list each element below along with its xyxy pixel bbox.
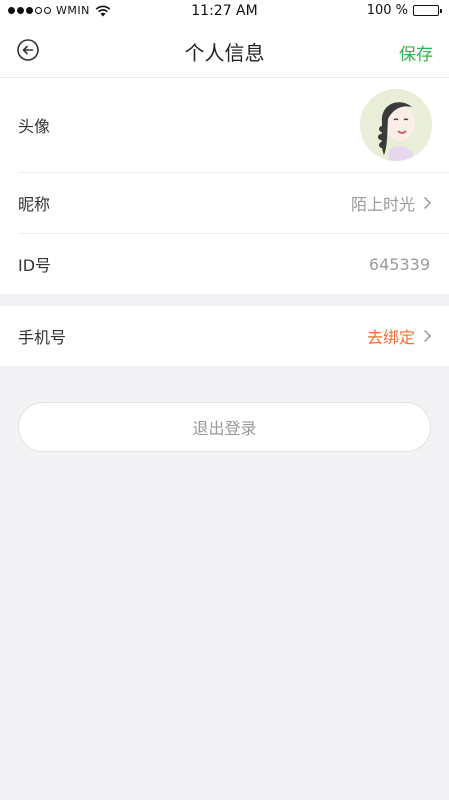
logout-button[interactable]: 退出登录	[18, 402, 431, 452]
phone-row[interactable]: 手机号 去绑定	[18, 306, 449, 366]
chevron-right-icon	[423, 329, 432, 343]
status-bar: WMIN 11:27 AM 100 %	[0, 0, 449, 24]
chevron-right-icon	[423, 196, 432, 210]
logout-wrap: 退出登录	[0, 366, 449, 452]
avatar-label: 头像	[18, 117, 51, 136]
save-button[interactable]: 保存	[399, 40, 433, 65]
nickname-value: 陌上时光	[350, 195, 415, 214]
nickname-label: 昵称	[18, 195, 51, 214]
battery-percent: 100 %	[366, 3, 408, 18]
battery-icon	[413, 5, 442, 16]
id-value-group: 645339	[369, 255, 432, 274]
nav-bar: 个人信息 保存	[0, 24, 449, 78]
page-title: 个人信息	[184, 41, 265, 65]
contact-section: 手机号 去绑定	[0, 306, 449, 366]
avatar-row[interactable]: 头像	[18, 78, 449, 173]
id-value: 645339	[368, 254, 430, 274]
phone-bind-group[interactable]: 去绑定	[367, 324, 432, 348]
id-label: ID号	[18, 256, 52, 275]
phone-label: 手机号	[18, 328, 67, 347]
avatar[interactable]	[360, 89, 432, 161]
profile-section: 头像 昵称 陌上时光 ID号 645339	[0, 78, 449, 294]
avatar-image	[360, 89, 432, 161]
nickname-value-group: 陌上时光	[351, 191, 432, 215]
id-row: ID号 645339	[18, 234, 449, 294]
bind-phone-link[interactable]: 去绑定	[367, 324, 415, 348]
nickname-row[interactable]: 昵称 陌上时光	[18, 173, 449, 234]
status-right: 100 %	[366, 3, 442, 18]
